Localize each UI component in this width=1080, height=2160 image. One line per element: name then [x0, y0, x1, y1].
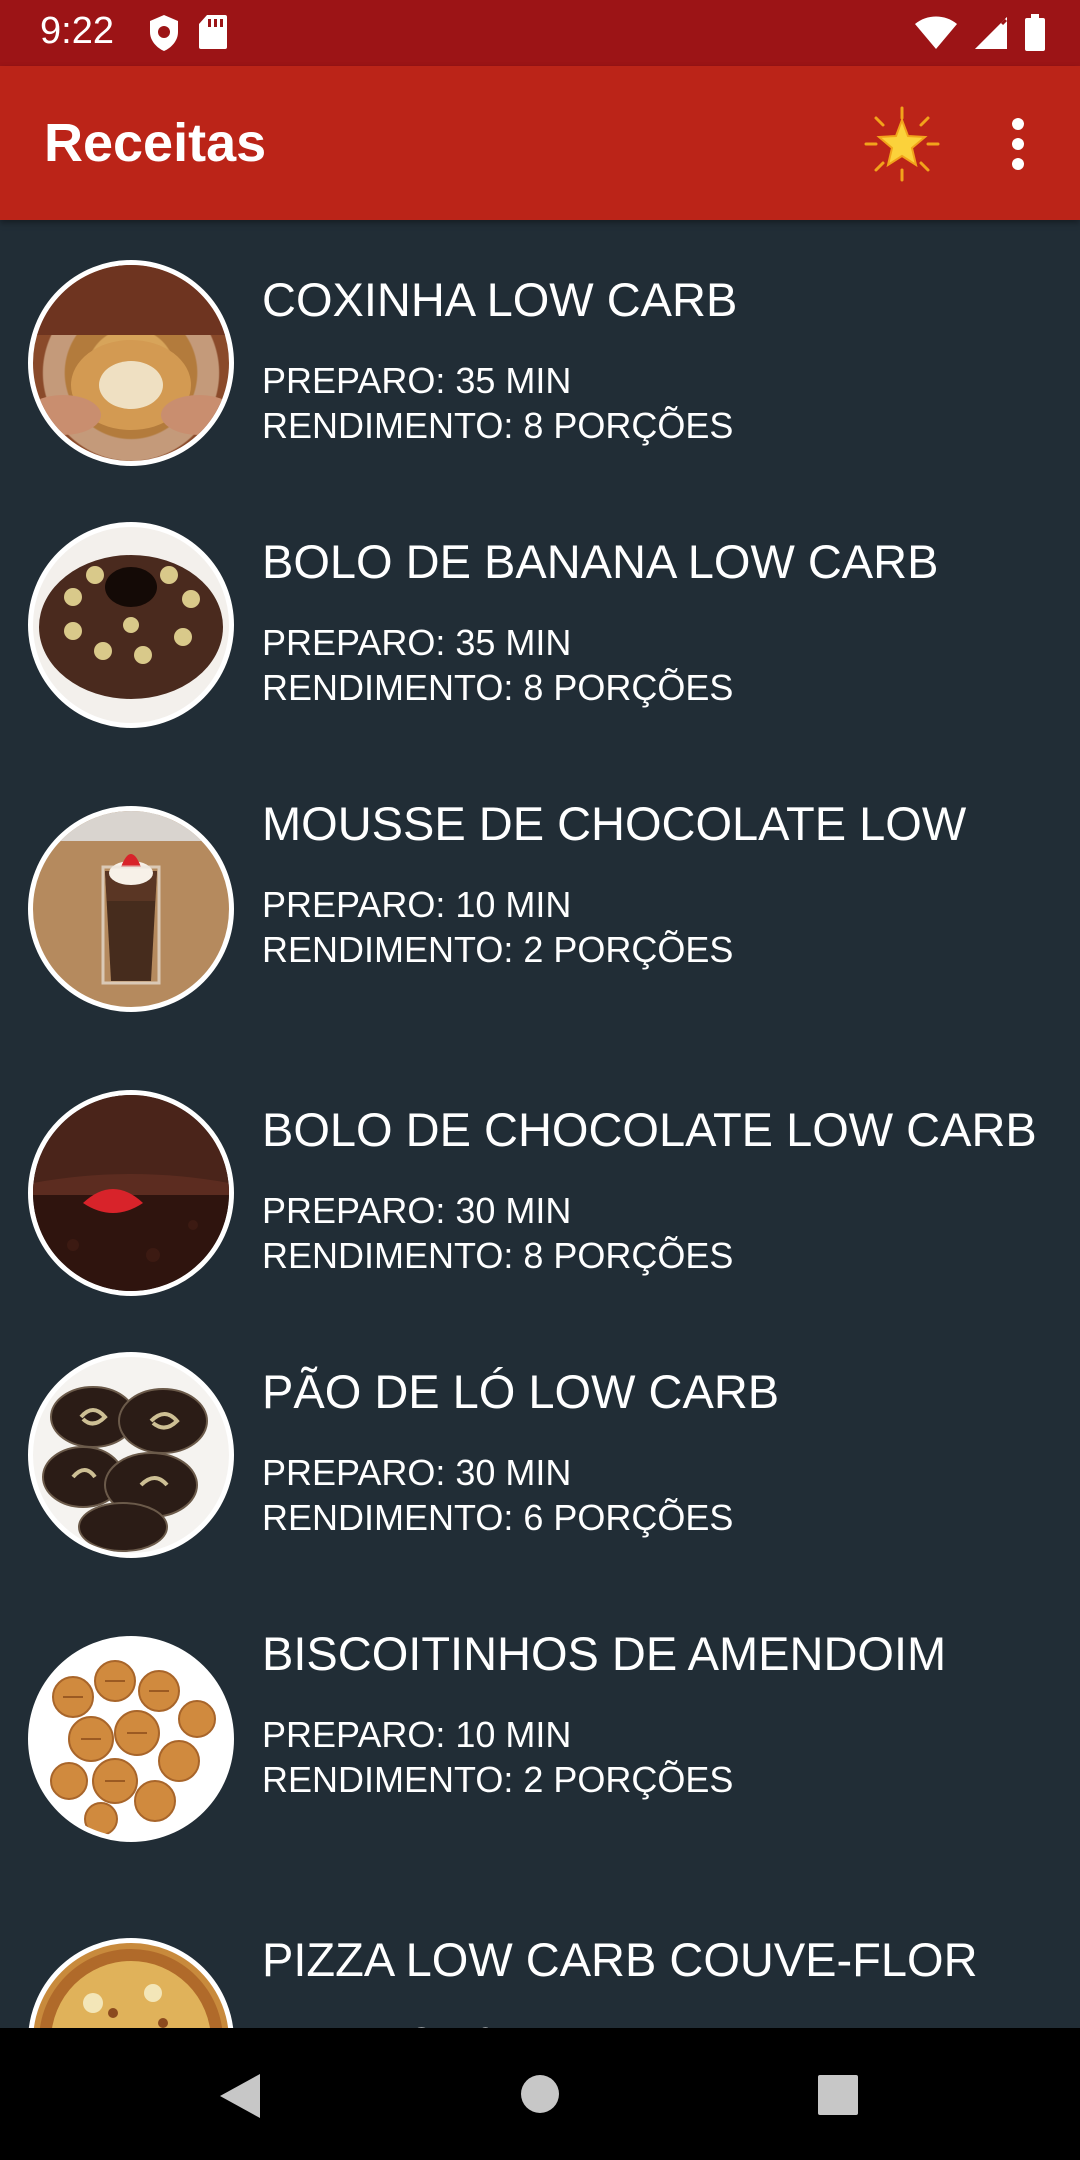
recents-icon[interactable] [817, 2074, 859, 2121]
recipe-prep-time: PREPARO: 35 MIN [262, 622, 572, 663]
recipe-title: BOLO DE CHOCOLATE LOW CARB [262, 1103, 1037, 1156]
recipe-thumbnail [28, 522, 234, 728]
recipe-item[interactable]: BOLO DE BANANA LOW CARB PREPARO: 35 MIN … [0, 482, 1080, 744]
signal-icon [974, 16, 1008, 55]
recipe-item[interactable]: MOUSSE DE CHOCOLATE LOW PREPARO: 10 MIN … [0, 744, 1080, 1050]
recipe-yield: RENDIMENTO: 8 PORÇÕES [262, 667, 734, 708]
recipe-prep-time: PREPARO: 35 MIN [262, 360, 572, 401]
recipe-thumbnail [28, 1352, 234, 1558]
status-time: 9:22 [40, 10, 114, 52]
recipe-item[interactable]: COXINHA LOW CARB PREPARO: 35 MIN RENDIME… [0, 220, 1080, 482]
recipe-item[interactable]: PÃO DE LÓ LOW CARB PREPARO: 30 MIN RENDI… [0, 1312, 1080, 1574]
recipe-title: PÃO DE LÓ LOW CARB [262, 1365, 780, 1418]
recipe-yield: RENDIMENTO: 2 PORÇÕES [262, 1759, 734, 1800]
app-bar: Receitas [0, 66, 1080, 220]
sd-card-icon [198, 14, 228, 57]
recipe-yield: RENDIMENTO: 8 PORÇÕES [262, 405, 734, 446]
recipe-thumbnail [28, 1938, 234, 2028]
shield-icon [148, 14, 180, 57]
recipe-title: BOLO DE BANANA LOW CARB [262, 535, 939, 588]
back-icon[interactable] [218, 2072, 262, 2125]
recipe-title: COXINHA LOW CARB [262, 273, 738, 326]
recipe-yield: RENDIMENTO: 6 PORÇÕES [262, 1497, 734, 1538]
recipe-yield: RENDIMENTO: 8 PORÇÕES [262, 1235, 734, 1276]
more-options-icon[interactable] [990, 114, 1046, 174]
recipe-item[interactable]: BOLO DE CHOCOLATE LOW CARB PREPARO: 30 M… [0, 1050, 1080, 1312]
battery-icon [1024, 14, 1046, 57]
recipe-prep-time: PREPARO: 30 MIN [262, 1452, 572, 1493]
status-bar: 9:22 [0, 0, 1080, 66]
recipe-prep-time: PREPARO: 40 MIN [262, 2020, 571, 2028]
recipe-title: MOUSSE DE CHOCOLATE LOW [262, 797, 967, 850]
recipe-title: BISCOITINHOS DE AMENDOIM [262, 1627, 947, 1680]
home-icon[interactable] [520, 2074, 560, 2119]
recipe-item[interactable]: PIZZA LOW CARB COUVE-FLOR PREPARO: 40 MI… [0, 1880, 1080, 2028]
recipe-thumbnail [28, 260, 234, 466]
wifi-icon [914, 16, 958, 55]
recipe-prep-time: PREPARO: 10 MIN [262, 1714, 572, 1755]
app-title: Receitas [44, 113, 267, 173]
recipe-thumbnail [28, 1090, 234, 1296]
star-icon[interactable] [864, 106, 940, 182]
recipe-prep-time: PREPARO: 10 MIN [262, 884, 572, 925]
recipe-list: COXINHA LOW CARB PREPARO: 35 MIN RENDIME… [0, 220, 1080, 2028]
recipe-item[interactable]: BISCOITINHOS DE AMENDOIM PREPARO: 10 MIN… [0, 1574, 1080, 1880]
recipe-prep-time: PREPARO: 30 MIN [262, 1190, 572, 1231]
recipe-thumbnail [28, 1636, 234, 1842]
recipe-yield: RENDIMENTO: 2 PORÇÕES [262, 929, 734, 970]
navigation-bar [0, 2028, 1080, 2160]
recipe-title: PIZZA LOW CARB COUVE-FLOR [262, 1933, 978, 1986]
recipe-thumbnail [28, 806, 234, 1012]
